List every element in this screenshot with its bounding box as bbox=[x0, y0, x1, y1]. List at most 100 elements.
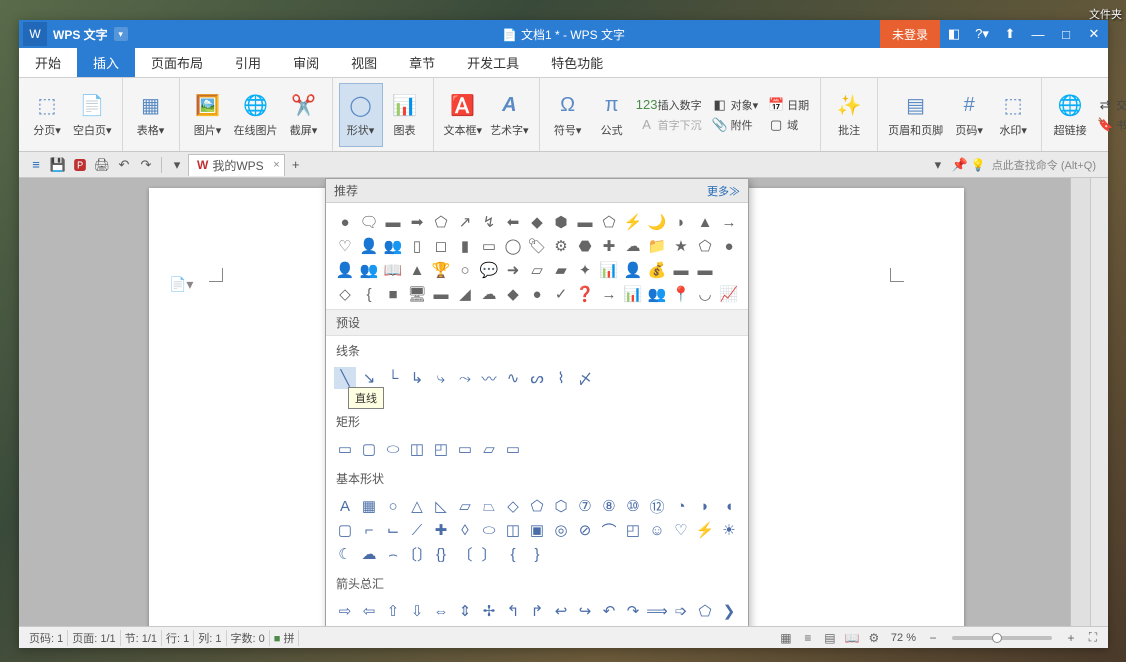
arrow-lr[interactable]: ⇔ bbox=[430, 600, 452, 622]
shape-speech[interactable]: 🗨 bbox=[358, 211, 380, 233]
basic-diag-stripe[interactable]: ⟋ bbox=[406, 519, 428, 541]
tab-review[interactable]: 审阅 bbox=[277, 48, 335, 77]
basic-can[interactable]: ⬭ bbox=[478, 519, 500, 541]
shape-arrow-right2[interactable]: → bbox=[718, 211, 740, 233]
tab-sections[interactable]: 章节 bbox=[393, 48, 451, 77]
shape-elbow[interactable]: └ bbox=[382, 367, 404, 389]
shape-row4-16[interactable]: ◡ bbox=[694, 283, 716, 305]
basic-chord[interactable]: ◗ bbox=[694, 495, 716, 517]
shape-tube[interactable]: ▬ bbox=[670, 259, 692, 281]
shape-scribble[interactable]: ⌇ bbox=[550, 367, 572, 389]
shape-bolt[interactable]: ⚡ bbox=[622, 211, 644, 233]
basic-moon[interactable]: ☾ bbox=[334, 543, 356, 565]
sb-pages[interactable]: 页面: 1/1 bbox=[68, 630, 120, 646]
drop-cap-button[interactable]: A首字下沉 bbox=[636, 116, 705, 134]
basic-brace[interactable]: {} bbox=[430, 543, 452, 565]
shape-elbow2[interactable]: ⤷ bbox=[430, 367, 452, 389]
new-tab-icon[interactable]: + bbox=[285, 155, 307, 175]
shape-trophy[interactable]: 🏆 bbox=[430, 259, 452, 281]
rect-1[interactable]: ▭ bbox=[334, 438, 356, 460]
arrow-l[interactable]: ⇦ bbox=[358, 600, 380, 622]
arrow-bent[interactable]: ↰ bbox=[502, 600, 524, 622]
shape-pentagon[interactable]: ⬠ bbox=[430, 211, 452, 233]
equation-button[interactable]: π公式 bbox=[590, 83, 634, 147]
doc-tab-mywps[interactable]: W 我的WPS × bbox=[188, 154, 285, 176]
shape-row4-14[interactable]: 👥 bbox=[646, 283, 668, 305]
shape-arrow-curve[interactable]: ↗ bbox=[454, 211, 476, 233]
symbol-button[interactable]: Ω符号▾ bbox=[546, 83, 590, 147]
shape-row4-3[interactable]: ■ bbox=[382, 283, 404, 305]
bookmark-button[interactable]: 🔖书签 bbox=[1094, 116, 1126, 134]
shape-hex2[interactable]: ⬣ bbox=[574, 235, 596, 257]
basic-diamond[interactable]: ◇ bbox=[502, 495, 524, 517]
shape-cube[interactable]: ◻ bbox=[430, 235, 452, 257]
arrow-pentagon[interactable]: ⬠ bbox=[694, 600, 716, 622]
arrow-u[interactable]: ⇧ bbox=[382, 600, 404, 622]
shape-person3[interactable]: 👥 bbox=[358, 259, 380, 281]
shape-row4-8[interactable]: ◆ bbox=[502, 283, 524, 305]
basic-pentagon[interactable]: ⬠ bbox=[526, 495, 548, 517]
basic-parallelo[interactable]: ▱ bbox=[454, 495, 476, 517]
shape-elbow-arrow[interactable]: ↳ bbox=[406, 367, 428, 389]
shape-person2[interactable]: 👤 bbox=[334, 259, 356, 281]
view-page-icon[interactable]: ▦ bbox=[777, 630, 795, 646]
shape-row4-13[interactable]: 📊 bbox=[622, 283, 644, 305]
side-panel-tab[interactable] bbox=[1070, 178, 1090, 626]
arrow-notched[interactable]: ➩ bbox=[670, 600, 692, 622]
tab-references[interactable]: 引用 bbox=[219, 48, 277, 77]
hyperlink-button[interactable]: 🌐超链接 bbox=[1048, 83, 1092, 147]
basic-right-tri[interactable]: ◺ bbox=[430, 495, 452, 517]
page-number-button[interactable]: #页码▾ bbox=[947, 83, 991, 147]
rect-7[interactable]: ▱ bbox=[478, 438, 500, 460]
shape-oval[interactable]: ● bbox=[334, 211, 356, 233]
arrow-striped[interactable]: ⟹ bbox=[646, 600, 668, 622]
basic-7[interactable]: ⑦ bbox=[574, 495, 596, 517]
shape-diamond[interactable]: ◆ bbox=[526, 211, 548, 233]
basic-lbracket[interactable]: 〔 bbox=[454, 543, 476, 565]
sb-ime[interactable]: ■ 拼 bbox=[270, 630, 300, 646]
titlebar-dropdown[interactable]: ▾ bbox=[114, 27, 128, 41]
shape-arrow-block[interactable]: ➡ bbox=[406, 211, 428, 233]
basic-cube[interactable]: ◫ bbox=[502, 519, 524, 541]
basic-bracket[interactable]: 〔〕 bbox=[406, 543, 428, 565]
rect-4[interactable]: ◫ bbox=[406, 438, 428, 460]
shape-row4-9[interactable]: ● bbox=[526, 283, 548, 305]
basic-cloud[interactable]: ☁ bbox=[358, 543, 380, 565]
shape-cylinder[interactable]: ▯ bbox=[406, 235, 428, 257]
shape-pentagon2[interactable]: ⬠ bbox=[598, 211, 620, 233]
basic-oval[interactable]: ○ bbox=[382, 495, 404, 517]
preview-icon[interactable]: 🖨 bbox=[91, 155, 113, 175]
basic-frame[interactable]: ▢ bbox=[334, 519, 356, 541]
qb-dropdown-icon[interactable]: ▾ bbox=[166, 155, 188, 175]
chart-button[interactable]: 📊图表 bbox=[383, 83, 427, 147]
shape-chart[interactable]: 📊 bbox=[598, 259, 620, 281]
shape-curve[interactable]: ⤳ bbox=[454, 367, 476, 389]
fit-icon[interactable]: ⛶ bbox=[1084, 630, 1102, 646]
shape-arc[interactable]: ◗ bbox=[670, 211, 692, 233]
basic-rbracket[interactable]: 〕 bbox=[478, 543, 500, 565]
basic-lightning[interactable]: ⚡ bbox=[694, 519, 716, 541]
minimize-icon[interactable]: — bbox=[1024, 20, 1052, 48]
tab-developer[interactable]: 开发工具 bbox=[451, 48, 535, 77]
basic-cross[interactable]: ✚ bbox=[430, 519, 452, 541]
shape-heart[interactable]: ♡ bbox=[334, 235, 356, 257]
basic-arc[interactable]: ⌢ bbox=[382, 543, 404, 565]
shape-scribble2[interactable]: 〆 bbox=[574, 367, 596, 389]
arrow-callout-d[interactable]: ⬊ bbox=[358, 624, 380, 626]
object-button[interactable]: ◧对象▾ bbox=[709, 96, 762, 114]
shape-arrow-line[interactable]: ↘ bbox=[358, 367, 380, 389]
arrow-quad[interactable]: ✢ bbox=[478, 600, 500, 622]
shape-arrow-swoosh[interactable]: ↯ bbox=[478, 211, 500, 233]
shape-star2[interactable]: ✦ bbox=[574, 259, 596, 281]
shape-row4-17[interactable]: 📈 bbox=[718, 283, 740, 305]
shape-rounded[interactable]: ▬ bbox=[382, 211, 404, 233]
basic-bevel[interactable]: ▣ bbox=[526, 519, 548, 541]
arrow-u-turn2[interactable]: ↪ bbox=[574, 600, 596, 622]
maximize-icon[interactable]: □ bbox=[1052, 20, 1080, 48]
shape-row4-4[interactable]: 🖥 bbox=[406, 283, 428, 305]
basic-12[interactable]: ⑫ bbox=[646, 495, 668, 517]
shape-curve3[interactable]: ∿ bbox=[502, 367, 524, 389]
shape-phone[interactable]: ▮ bbox=[454, 235, 476, 257]
shape-row4-6[interactable]: ◢ bbox=[454, 283, 476, 305]
shape-row4-7[interactable]: ☁ bbox=[478, 283, 500, 305]
